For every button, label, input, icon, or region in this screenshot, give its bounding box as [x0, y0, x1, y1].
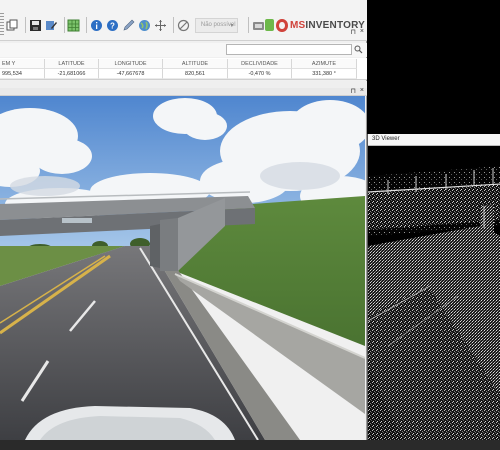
grid-header: EM Y LATITUDE LONGITUDE ALTITUDE DECLIVI…: [0, 59, 357, 69]
column-header[interactable]: DECLIVIDADE: [228, 59, 292, 69]
taskbar-strip: [0, 440, 500, 450]
pin-icon[interactable]: ⊓: [351, 28, 356, 36]
table-cell: 995,534: [0, 69, 45, 79]
table-row[interactable]: 995,534 -21,681066 -47,667678 820,561 -0…: [0, 69, 357, 79]
table-cell: -47,667678: [99, 69, 163, 79]
table-cell: -0,470 %: [228, 69, 292, 79]
point-cloud-canvas[interactable]: [368, 146, 500, 450]
data-grid: EM Y LATITUDE LONGITUDE ALTITUDE DECLIVI…: [0, 58, 367, 80]
panel-gap: [0, 81, 367, 88]
column-header[interactable]: AZIMUTE: [292, 59, 357, 69]
screen: ? Não possível ▼ MSINVENTORY ⊓ × EM Y LA…: [0, 0, 500, 450]
3d-viewer-window: 3D Viewer: [367, 134, 500, 450]
image-view-titlebar: ⊓ ×: [0, 87, 367, 96]
column-header[interactable]: LONGITUDE: [99, 59, 163, 69]
close-icon[interactable]: ×: [360, 87, 364, 94]
table-cell: 331,380 °: [292, 69, 357, 79]
street-view-image[interactable]: [0, 96, 365, 440]
ms-inventory-window: ? Não possível ▼ MSINVENTORY ⊓ × EM Y LA…: [0, 0, 367, 440]
table-cell: 820,561: [163, 69, 228, 79]
3d-viewer-titlebar: 3D Viewer: [368, 134, 500, 146]
data-panel-search-row: [0, 43, 367, 57]
column-header[interactable]: ALTITUDE: [163, 59, 228, 69]
search-input[interactable]: [226, 44, 352, 55]
close-icon[interactable]: ×: [360, 28, 364, 35]
data-panel-titlebar: ⊓ ×: [0, 28, 367, 38]
table-cell: -21,681066: [45, 69, 99, 79]
column-header[interactable]: EM Y: [0, 59, 45, 69]
pin-icon[interactable]: ⊓: [351, 87, 356, 95]
column-header[interactable]: LATITUDE: [45, 59, 99, 69]
search-icon[interactable]: [353, 44, 364, 55]
3d-viewer-title: 3D Viewer: [372, 136, 400, 142]
